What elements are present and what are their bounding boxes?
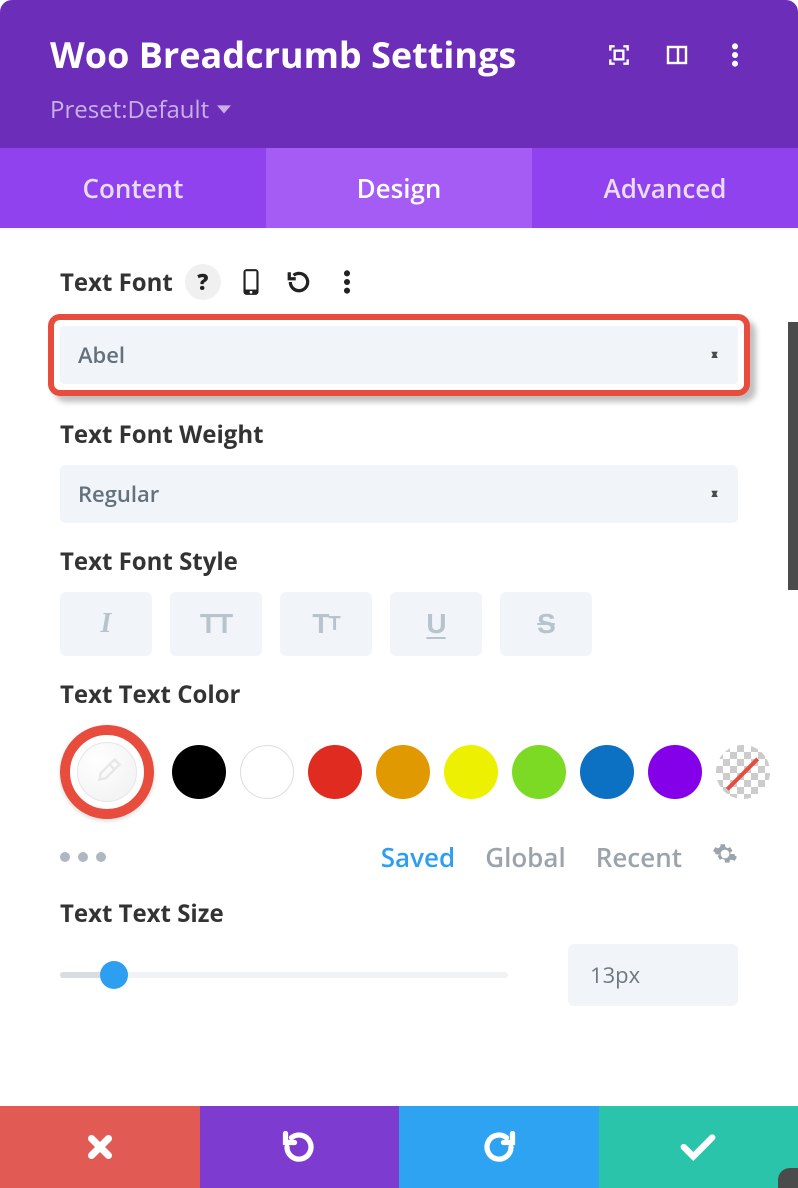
text-font-label: Text Font — [60, 266, 173, 299]
undo-button[interactable] — [200, 1106, 400, 1188]
swatch-purple[interactable] — [648, 745, 702, 799]
text-size-control: 13px — [60, 944, 738, 1006]
text-font-weight-label: Text Font Weight — [60, 418, 264, 451]
text-size-input[interactable]: 13px — [568, 944, 738, 1006]
footer-actions — [0, 1106, 798, 1188]
preset-prefix: Preset: — [50, 93, 128, 126]
reset-icon[interactable] — [281, 264, 317, 300]
expand-icon[interactable] — [606, 42, 632, 68]
resize-handle[interactable] — [778, 1168, 798, 1188]
swatch-transparent[interactable] — [716, 745, 770, 799]
font-style-toggle-row: I TT TT U S — [60, 592, 738, 656]
save-button[interactable] — [599, 1106, 798, 1188]
tab-bar: Content Design Advanced — [0, 148, 798, 228]
redo-button[interactable] — [399, 1106, 599, 1188]
color-tab-global[interactable]: Global — [485, 839, 566, 875]
responsive-icon[interactable] — [233, 264, 269, 300]
more-icon[interactable] — [722, 42, 748, 68]
swatch-orange[interactable] — [376, 745, 430, 799]
swatch-red[interactable] — [308, 745, 362, 799]
text-font-value: Abel — [78, 340, 125, 370]
swatch-yellow[interactable] — [444, 745, 498, 799]
gear-icon[interactable] — [712, 839, 738, 875]
slider-thumb[interactable] — [100, 961, 128, 989]
color-tab-recent[interactable]: Recent — [596, 839, 682, 875]
swatch-blue[interactable] — [580, 745, 634, 799]
swatch-white[interactable] — [240, 745, 294, 799]
chevron-down-icon — [217, 105, 231, 115]
italic-button[interactable]: I — [60, 592, 152, 656]
color-tab-saved[interactable]: Saved — [381, 839, 455, 875]
eyedropper-highlight — [60, 725, 154, 819]
strikethrough-button[interactable]: S — [500, 592, 592, 656]
text-color-label: Text Text Color — [60, 678, 240, 711]
settings-title: Woo Breadcrumb Settings — [50, 30, 516, 79]
text-font-style-label: Text Font Style — [60, 545, 238, 578]
color-swatch-row — [60, 725, 738, 819]
snap-icon[interactable] — [664, 42, 690, 68]
text-size-label: Text Text Size — [60, 897, 224, 930]
uppercase-button[interactable]: TT — [170, 592, 262, 656]
eyedropper-button[interactable] — [77, 742, 137, 802]
field-more-icon[interactable] — [329, 264, 365, 300]
tab-advanced[interactable]: Advanced — [532, 148, 798, 228]
text-size-slider[interactable] — [60, 972, 508, 978]
settings-body: Text Font ? Abel ▲▼ Text Font Weight Reg… — [0, 228, 798, 1106]
help-icon[interactable]: ? — [185, 264, 221, 300]
tab-design[interactable]: Design — [266, 148, 532, 228]
cancel-button[interactable] — [0, 1106, 200, 1188]
underline-button[interactable]: U — [390, 592, 482, 656]
swatch-black[interactable] — [172, 745, 226, 799]
preset-name: Default — [128, 93, 210, 126]
text-font-select[interactable]: Abel ▲▼ — [60, 326, 738, 384]
text-font-weight-select[interactable]: Regular ▲▼ — [60, 465, 738, 523]
scrollbar-thumb[interactable] — [788, 322, 798, 590]
text-font-label-row: Text Font ? — [60, 264, 738, 300]
color-expand-icon[interactable] — [60, 852, 106, 862]
smallcaps-button[interactable]: TT — [280, 592, 372, 656]
tab-content[interactable]: Content — [0, 148, 266, 228]
text-font-weight-value: Regular — [78, 479, 159, 509]
preset-selector[interactable]: Preset: Default — [50, 93, 748, 126]
swatch-green[interactable] — [512, 745, 566, 799]
text-font-highlight: Abel ▲▼ — [48, 314, 750, 396]
header-top-row: Woo Breadcrumb Settings — [50, 30, 748, 79]
settings-header: Woo Breadcrumb Settings Preset: Default — [0, 0, 798, 148]
